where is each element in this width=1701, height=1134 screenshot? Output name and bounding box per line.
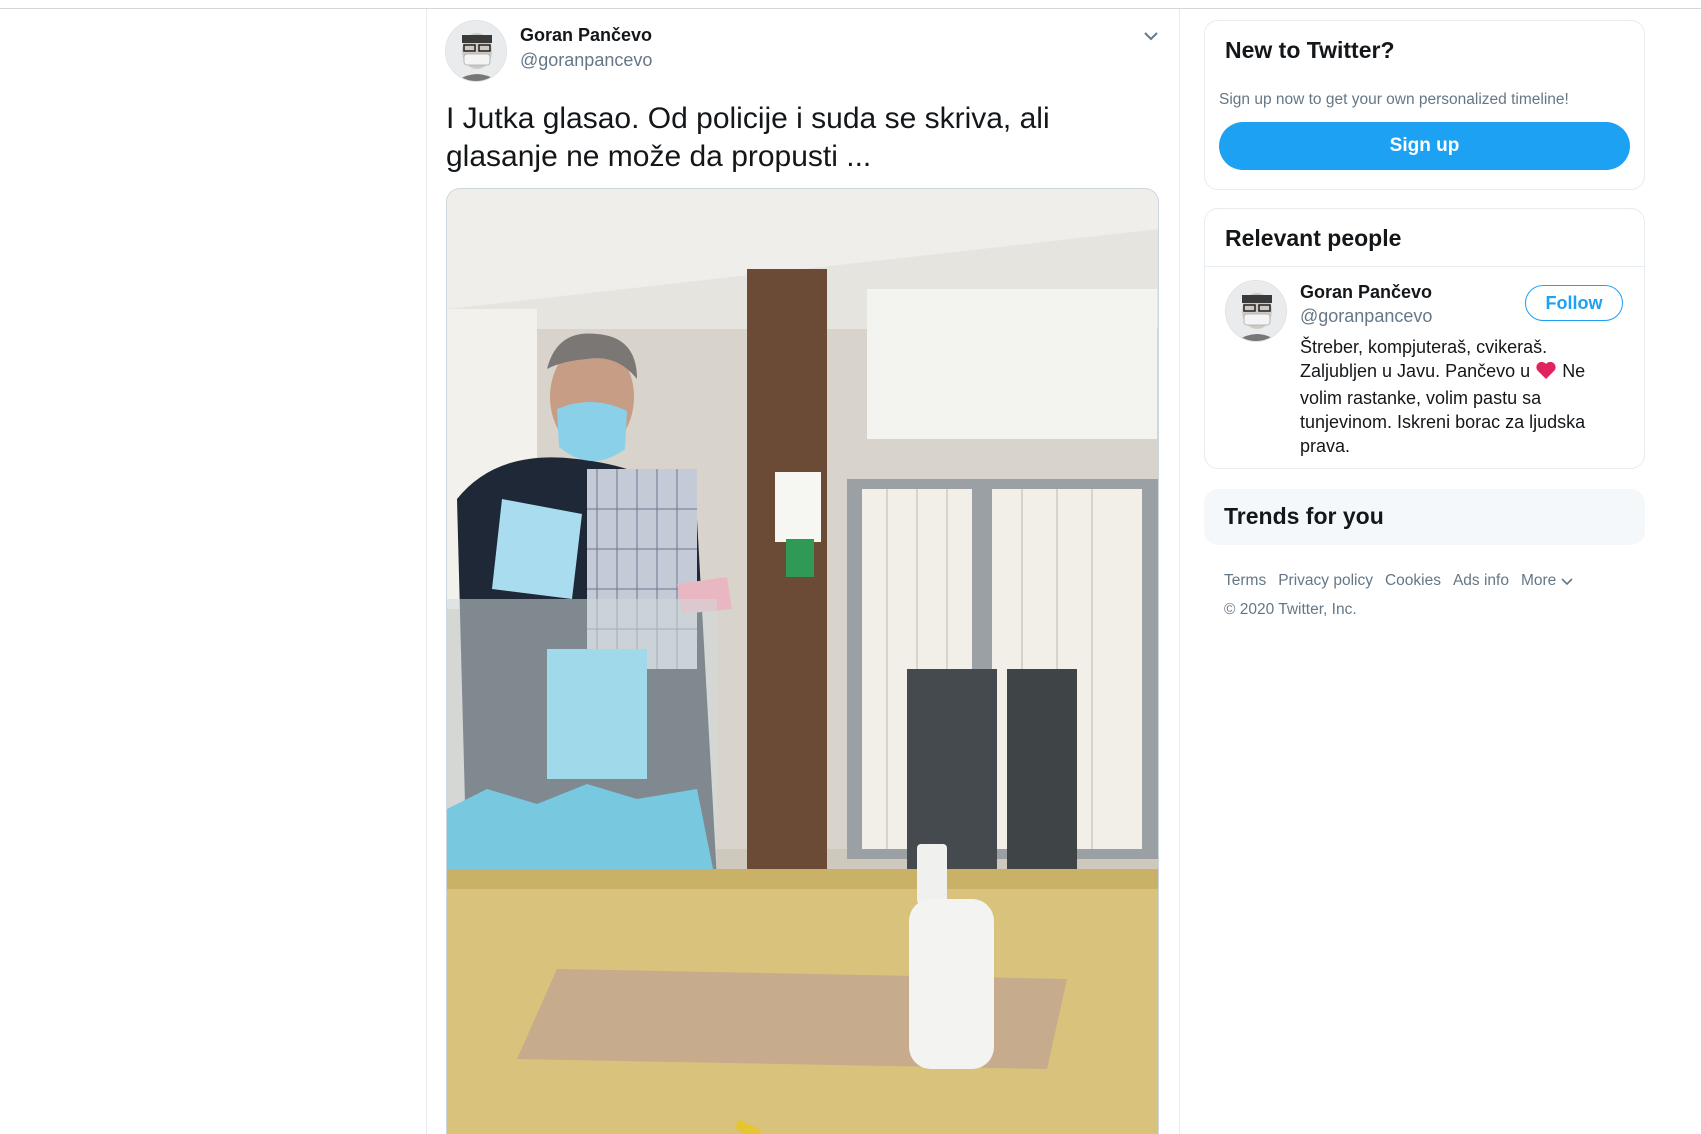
trends-card: Trends for you [1204,489,1645,545]
tweet-photo[interactable] [446,188,1159,1134]
footer-link-ads-info[interactable]: Ads info [1453,572,1509,589]
new-to-twitter-title: New to Twitter? [1225,37,1395,63]
footer-links: Terms Privacy policy Cookies Ads info More [1224,572,1585,591]
tweet-author-name[interactable]: Goran Pančevo [520,25,652,46]
avatar[interactable] [445,20,507,82]
timeline-border-left [426,9,427,1134]
copyright: © 2020 Twitter, Inc. [1224,601,1357,618]
new-to-twitter-subtitle: Sign up now to get your own personalized… [1219,91,1569,108]
bio-text-start: Štreber, kompjuteraš, cvikeraš. Zaljublj… [1300,337,1548,381]
footer-more-button[interactable]: More [1521,572,1573,589]
footer-more-label: More [1520,572,1557,589]
tweet-author-handle[interactable]: @goranpancevo [520,50,652,71]
footer-link-cookies[interactable]: Cookies [1385,572,1441,589]
avatar[interactable] [1225,280,1287,342]
chevron-down-icon [1561,573,1573,591]
footer-link-terms[interactable]: Terms [1224,572,1266,589]
heart-icon [1535,360,1557,386]
person-handle[interactable]: @goranpancevo [1300,306,1432,327]
person-name[interactable]: Goran Pančevo [1300,282,1432,303]
relevant-people-card: Relevant people Goran Pančevo @goranpanc… [1204,208,1645,469]
new-to-twitter-card: New to Twitter? Sign up now to get your … [1204,20,1645,190]
signup-button[interactable]: Sign up [1219,122,1630,170]
divider [1205,266,1644,267]
footer-link-privacy[interactable]: Privacy policy [1278,572,1373,589]
chevron-down-icon[interactable] [1140,24,1162,46]
trends-title: Trends for you [1224,503,1384,529]
tweet-text: I Jutka glasao. Od policije i suda se sk… [446,102,1050,173]
top-divider [0,8,1701,9]
timeline-border-right [1179,9,1180,1134]
person-bio: Štreber, kompjuteraš, cvikeraš. Zaljublj… [1300,335,1620,458]
follow-button[interactable]: Follow [1525,285,1623,321]
relevant-people-title: Relevant people [1225,225,1402,251]
